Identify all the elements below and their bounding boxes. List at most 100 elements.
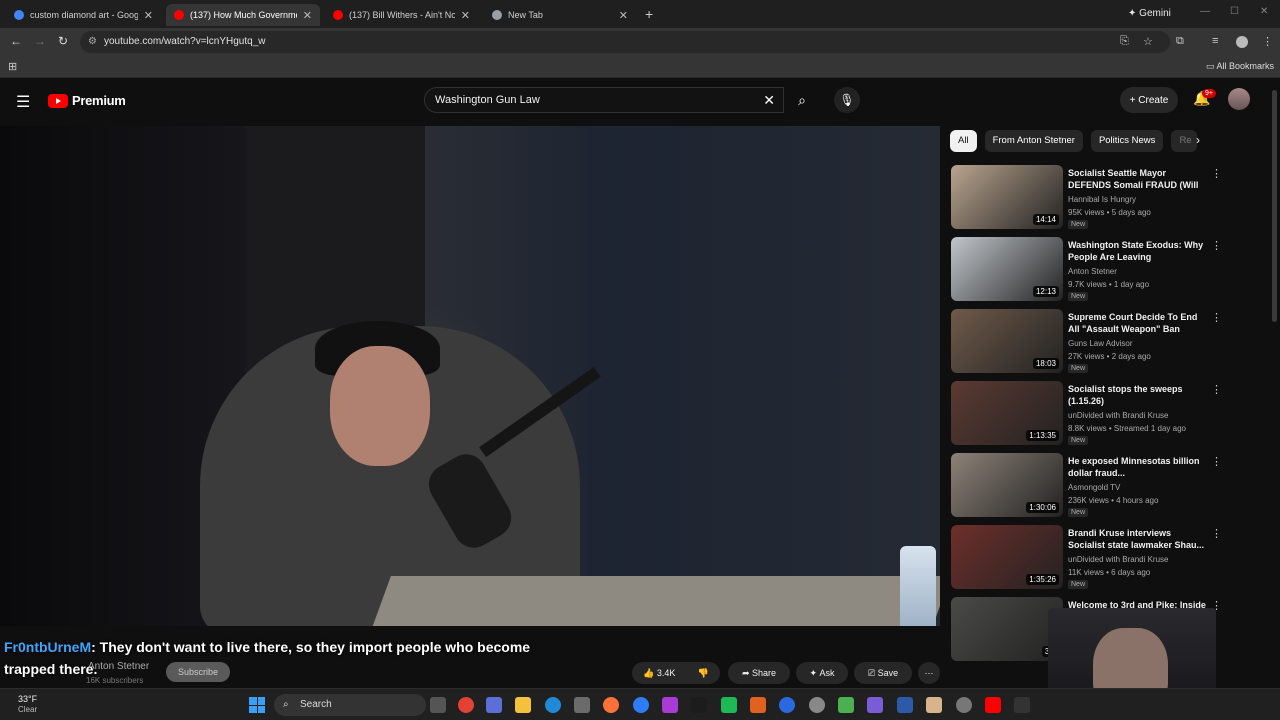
video-title[interactable]: Socialist stops the sweeps (1.15.26) bbox=[1068, 383, 1206, 407]
new-tab-plus-icon[interactable]: + bbox=[645, 6, 653, 22]
chevron-right-icon[interactable]: › bbox=[1196, 133, 1200, 147]
sidebar-scrollbar[interactable] bbox=[1272, 90, 1277, 322]
recommendation-item[interactable]: 1:30:06 He exposed Minnesotas billion dol… bbox=[951, 453, 1222, 519]
reload-icon[interactable]: ↻ bbox=[58, 34, 68, 48]
video-thumbnail[interactable]: 1:35:26 bbox=[951, 525, 1063, 589]
chip-politics-news[interactable]: Politics News bbox=[1090, 130, 1164, 152]
maximize-icon[interactable]: ☐ bbox=[1230, 6, 1239, 17]
video-title[interactable]: Washington State Exodus: Why People Are … bbox=[1068, 239, 1206, 263]
video-channel[interactable]: Anton Stetner bbox=[1068, 267, 1117, 276]
apps-grid-icon[interactable]: ⊞ bbox=[8, 60, 17, 73]
recommendation-item[interactable]: 14:14 Socialist Seattle Mayor DEFENDS Som… bbox=[951, 165, 1222, 231]
weather-widget[interactable]: 33°F Clear bbox=[18, 694, 37, 714]
tab-youtube-music[interactable]: (137) Bill Withers - Ain't No Sun ✕ bbox=[325, 4, 478, 26]
task-view-icon[interactable] bbox=[430, 697, 446, 713]
tab-google-search[interactable]: custom diamond art - Google S ✕ bbox=[6, 4, 161, 26]
like-button[interactable]: 👍 3.4K bbox=[643, 668, 675, 679]
youtube-taskbar-icon[interactable] bbox=[985, 697, 1001, 713]
video-title[interactable]: He exposed Minnesotas billion dollar fra… bbox=[1068, 455, 1206, 479]
terminal-icon[interactable] bbox=[691, 697, 707, 713]
settings-gear-icon[interactable] bbox=[809, 697, 825, 713]
search-input[interactable]: Washington Gun Law ✕ bbox=[424, 87, 784, 113]
app-purple-icon[interactable] bbox=[867, 697, 883, 713]
more-vert-icon[interactable]: ⋮ bbox=[1211, 383, 1222, 396]
video-title[interactable]: Supreme Court Decide To End All "Assault… bbox=[1068, 311, 1206, 335]
save-button[interactable]: ⎚ Save bbox=[854, 662, 912, 684]
forward-arrow-icon[interactable]: → bbox=[34, 34, 46, 48]
copilot-icon[interactable] bbox=[486, 697, 502, 713]
taskbar-search[interactable]: ⌕ Search bbox=[274, 694, 426, 716]
chrome-taskbar-icon[interactable] bbox=[458, 697, 474, 713]
channel-name[interactable]: Anton Stetner bbox=[88, 661, 149, 672]
close-icon[interactable]: ✕ bbox=[144, 9, 153, 22]
store-icon[interactable] bbox=[574, 697, 590, 713]
share-button[interactable]: ➦ Share bbox=[728, 662, 790, 684]
more-vert-icon[interactable]: ⋮ bbox=[1211, 527, 1222, 540]
app-figure-icon[interactable] bbox=[926, 697, 942, 713]
dislike-button[interactable]: 👎 bbox=[698, 668, 709, 679]
video-title[interactable]: Brandi Kruse interviews Socialist state … bbox=[1068, 527, 1206, 551]
firefox-icon[interactable] bbox=[603, 697, 619, 713]
more-vert-icon[interactable]: ⋮ bbox=[1262, 35, 1273, 48]
tab-youtube-active[interactable]: (137) How Much Government F ✕ bbox=[166, 4, 320, 26]
video-channel[interactable]: unDivided with Brandi Kruse bbox=[1068, 411, 1169, 420]
more-vert-icon[interactable]: ⋮ bbox=[1211, 167, 1222, 180]
edge-icon[interactable] bbox=[545, 697, 561, 713]
more-vert-icon[interactable]: ⋮ bbox=[1211, 239, 1222, 252]
video-channel[interactable]: Guns Law Advisor bbox=[1068, 339, 1132, 348]
more-vert-icon[interactable]: ⋮ bbox=[1211, 455, 1222, 468]
video-thumbnail[interactable]: 12:13 bbox=[951, 237, 1063, 301]
clear-search-icon[interactable]: ✕ bbox=[763, 92, 775, 109]
ask-button[interactable]: ✦ Ask bbox=[796, 662, 848, 684]
file-explorer-icon[interactable] bbox=[515, 697, 531, 713]
back-arrow-icon[interactable]: ← bbox=[10, 34, 22, 48]
recommendation-item[interactable]: 18:03 Supreme Court Decide To End All "As… bbox=[951, 309, 1222, 375]
url-field[interactable]: ⚙ youtube.com/watch?v=lcnYHgutq_w bbox=[80, 31, 1170, 53]
site-info-icon[interactable]: ⚙ bbox=[88, 36, 97, 47]
recommendation-item[interactable]: 12:13 Washington State Exodus: Why People… bbox=[951, 237, 1222, 303]
more-actions-button[interactable]: ⋯ bbox=[918, 662, 940, 684]
video-player[interactable] bbox=[0, 126, 940, 626]
profile-icon[interactable] bbox=[1236, 36, 1248, 48]
messenger-icon[interactable] bbox=[633, 697, 649, 713]
video-thumbnail[interactable]: 1:13:35 bbox=[951, 381, 1063, 445]
more-vert-icon[interactable]: ⋮ bbox=[1211, 311, 1222, 324]
windows-start-icon[interactable] bbox=[249, 697, 265, 713]
app-orange-icon[interactable] bbox=[750, 697, 766, 713]
minimize-icon[interactable]: — bbox=[1200, 6, 1210, 17]
app-green-icon[interactable] bbox=[721, 697, 737, 713]
tab-new-tab[interactable]: New Tab ✕ bbox=[484, 4, 636, 26]
video-thumbnail[interactable]: 33: bbox=[951, 597, 1063, 661]
voice-search-button[interactable]: 🎙 bbox=[834, 87, 860, 113]
close-icon[interactable]: ✕ bbox=[303, 9, 312, 22]
all-bookmarks-button[interactable]: ▭ All Bookmarks bbox=[1206, 61, 1274, 72]
install-app-icon[interactable]: ⎘ bbox=[1120, 35, 1129, 48]
hamburger-menu-icon[interactable]: ☰ bbox=[16, 92, 30, 112]
youtube-premium-logo[interactable]: Premium bbox=[48, 93, 126, 108]
video-channel[interactable]: unDivided with Brandi Kruse bbox=[1068, 555, 1169, 564]
app-leaf-icon[interactable] bbox=[838, 697, 854, 713]
video-thumbnail[interactable]: 1:30:06 bbox=[951, 453, 1063, 517]
video-channel[interactable]: Asmongold TV bbox=[1068, 483, 1120, 492]
close-icon[interactable]: ✕ bbox=[619, 9, 628, 22]
subscribe-button[interactable]: Subscribe bbox=[166, 662, 230, 682]
video-title[interactable]: Socialist Seattle Mayor DEFENDS Somali F… bbox=[1068, 167, 1206, 191]
cursor-app-icon[interactable] bbox=[1014, 697, 1030, 713]
app-blue-icon[interactable] bbox=[779, 697, 795, 713]
app-globe-icon[interactable] bbox=[956, 697, 972, 713]
app-icon[interactable] bbox=[662, 697, 678, 713]
window-close-icon[interactable]: ✕ bbox=[1260, 6, 1268, 17]
create-button[interactable]: + Create bbox=[1120, 87, 1178, 113]
app-word-icon[interactable] bbox=[897, 697, 913, 713]
chip-all[interactable]: All bbox=[950, 130, 977, 152]
close-icon[interactable]: ✕ bbox=[461, 9, 470, 22]
chip-truncated[interactable]: Re bbox=[1171, 130, 1198, 152]
bookmark-star-icon[interactable]: ☆ bbox=[1143, 35, 1153, 48]
gemini-button[interactable]: ✦ Gemini bbox=[1128, 8, 1171, 19]
recommendation-item[interactable]: 1:13:35 Socialist stops the sweeps (1.15.… bbox=[951, 381, 1222, 447]
video-channel[interactable]: Hannibal Is Hungry bbox=[1068, 195, 1136, 204]
recommendation-item[interactable]: 1:35:26 Brandi Kruse interviews Socialist… bbox=[951, 525, 1222, 591]
account-avatar[interactable] bbox=[1228, 88, 1250, 110]
video-thumbnail[interactable]: 18:03 bbox=[951, 309, 1063, 373]
search-button[interactable]: ⌕ bbox=[786, 87, 818, 113]
